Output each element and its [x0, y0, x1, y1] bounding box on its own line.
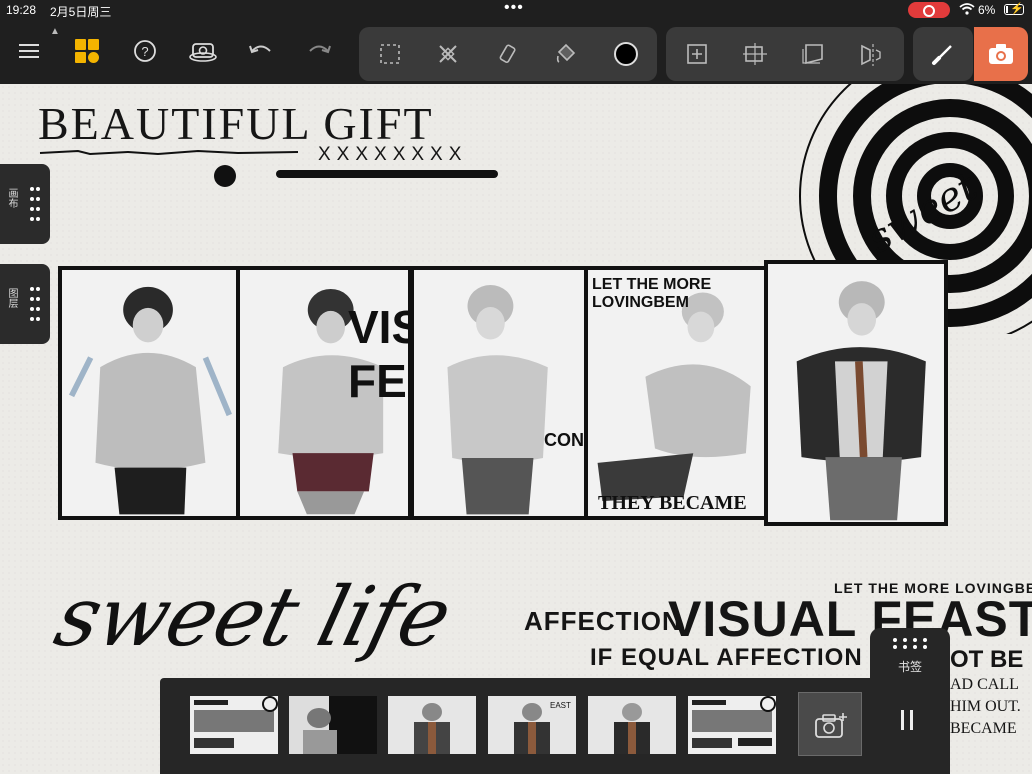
- undo-icon[interactable]: [244, 34, 278, 68]
- poster-line: OT BE: [950, 646, 1024, 673]
- snapshot-thumbnail[interactable]: [190, 696, 278, 754]
- canvas-tab-label: 画布: [6, 188, 17, 208]
- wifi-icon: [959, 3, 975, 15]
- snapshot-thumbnail[interactable]: [588, 696, 676, 754]
- layer-side-tab[interactable]: 图层: [0, 264, 50, 344]
- poster-line: VISUAL FEAST: [668, 591, 1032, 647]
- perspective-icon[interactable]: [796, 37, 830, 71]
- artwork-panel: LET THE MORE LOVINGBEM THEY BECAME: [584, 266, 770, 520]
- status-time: 19:28: [6, 3, 37, 17]
- selection-icon[interactable]: [373, 37, 407, 71]
- character-illustration: [796, 281, 926, 521]
- grip-icon: [30, 287, 40, 321]
- grip-icon: [30, 187, 40, 221]
- color-icon[interactable]: [609, 37, 643, 71]
- camera-button[interactable]: [974, 27, 1028, 81]
- status-date: 2月5日周三: [50, 5, 112, 19]
- canvas[interactable]: sweet BEAUTIFUL GIFT XXXXXXXX 画布 图层 VI F…: [0, 84, 1032, 774]
- gallery-grid-icon[interactable]: [70, 34, 104, 68]
- scribble-line: [39, 149, 299, 156]
- character-illustration: [447, 285, 548, 515]
- help-icon[interactable]: ?: [128, 34, 162, 68]
- panel-word: THEY BECAME: [598, 492, 747, 514]
- snapshot-thumbnail[interactable]: EAST: [488, 696, 576, 754]
- pause-icon[interactable]: [900, 708, 914, 732]
- hamburger-icon[interactable]: [12, 34, 46, 68]
- battery-percent: 6%: [978, 3, 996, 17]
- black-dot: [214, 165, 236, 187]
- brush-icon[interactable]: [926, 37, 960, 71]
- add-layer-icon[interactable]: [680, 37, 714, 71]
- artwork-xs: XXXXXXXX: [318, 144, 468, 165]
- camera-icon[interactable]: [984, 37, 1018, 71]
- snapshot-thumbnail[interactable]: [289, 696, 377, 754]
- svg-text:EAST: EAST: [550, 701, 571, 710]
- character-illustration: [68, 286, 232, 515]
- align-icon[interactable]: [738, 37, 772, 71]
- layer-tool-group: [666, 27, 904, 81]
- symmetry-icon[interactable]: [854, 37, 888, 71]
- artwork-panel: VISUAL FEAST: [236, 266, 412, 520]
- snapshot-thumbnail[interactable]: [688, 696, 776, 754]
- poster-line: BECAME: [950, 720, 1017, 737]
- snapshot-thumbnail[interactable]: [388, 696, 476, 754]
- poster-line: AD CALL: [950, 676, 1019, 693]
- toolbar: ▲ ?: [0, 20, 1032, 84]
- canvas-side-tab[interactable]: 画布: [0, 164, 50, 244]
- add-snapshot-button[interactable]: [798, 692, 862, 756]
- brush-group: [913, 27, 973, 81]
- artwork-panel: [58, 266, 240, 520]
- poster-line: HIM OUT.: [950, 698, 1021, 715]
- redo-icon[interactable]: [302, 34, 336, 68]
- black-bar: [276, 170, 498, 178]
- poster-line: AFFECTION: [524, 606, 682, 636]
- transform-icon[interactable]: [431, 37, 465, 71]
- bookmark-tab[interactable]: 书签: [870, 628, 950, 684]
- status-bar: 19:28 2月5日周三 ••• 6% ⚡: [0, 0, 1032, 20]
- panel-word: LET THE MORE LOVINGBEM: [592, 276, 712, 311]
- artwork-panel: [764, 260, 948, 526]
- svg-text:?: ?: [141, 44, 148, 59]
- warning-icon: ▲: [50, 26, 60, 37]
- snapshot-filmstrip: EAST: [160, 678, 950, 774]
- reference-camera-icon[interactable]: [186, 34, 220, 68]
- eraser-icon[interactable]: [491, 37, 525, 71]
- artwork-panel: CONSTITUTION: [410, 266, 590, 520]
- bookmark-label: 书签: [897, 660, 922, 674]
- script-sweet-life: sweet life: [46, 570, 460, 665]
- battery-icon: ⚡: [1004, 3, 1024, 15]
- screen-record-icon[interactable]: [908, 2, 950, 18]
- poster-line: IF EQUAL AFFECTION: [590, 644, 863, 671]
- multitask-dots-icon[interactable]: •••: [504, 0, 524, 17]
- add-snapshot-icon: [815, 713, 847, 738]
- grip-icon: [893, 638, 927, 649]
- panel-word: VISUAL FEAST: [348, 301, 408, 407]
- artwork-title: BEAUTIFUL GIFT: [38, 98, 434, 149]
- layer-tab-label: 图层: [6, 288, 17, 308]
- fill-bucket-icon[interactable]: [549, 37, 583, 71]
- tool-group: [359, 27, 657, 81]
